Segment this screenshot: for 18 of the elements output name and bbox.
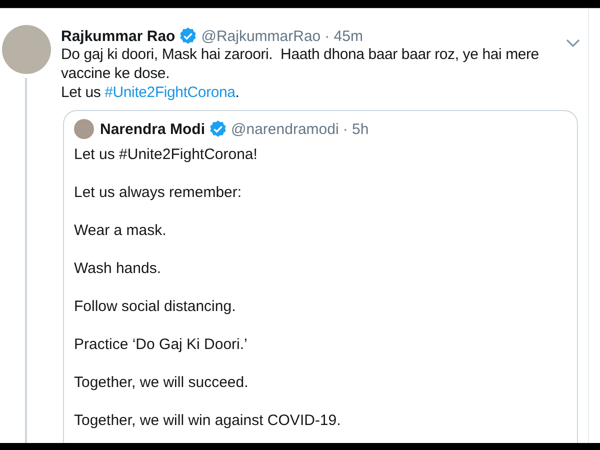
- tweet-text: Together, we will win against COVID-19.: [74, 411, 342, 430]
- tweet-text: Do gaj ki doori, Mask hai zaroori. Haath dhona baar baar roz, ye hai mere vaccine ke dose. Let us #Unite2FightCorona.: [61, 45, 540, 102]
- tweet-text: Let us always remember:: [74, 183, 243, 202]
- tweet-text: Practice ‘Do Gaj Ki Doori.’: [74, 335, 248, 354]
- author-name[interactable]: Narendra Modi: [100, 120, 206, 138]
- user-handle: @narendramodi: [231, 120, 339, 138]
- chevron-down-icon[interactable]: [566, 39, 580, 48]
- tweet-text: Let us #Unite2FightCorona!: [74, 145, 258, 164]
- tweet-text: Wash hands.: [74, 259, 162, 278]
- avatar-placeholder: [2, 25, 50, 74]
- author-name[interactable]: Rajkummar Rao: [61, 28, 176, 44]
- timestamp: · 45m: [324, 28, 363, 44]
- tweet-text: Follow social distancing.: [74, 297, 237, 316]
- tweet-text: Together, we will succeed.: [74, 373, 250, 392]
- timestamp: · 5h: [342, 120, 369, 138]
- tweet-text: Wear a mask.: [74, 221, 168, 240]
- avatar-placeholder: [74, 119, 94, 139]
- user-handle: @RajkummarRao: [201, 28, 321, 44]
